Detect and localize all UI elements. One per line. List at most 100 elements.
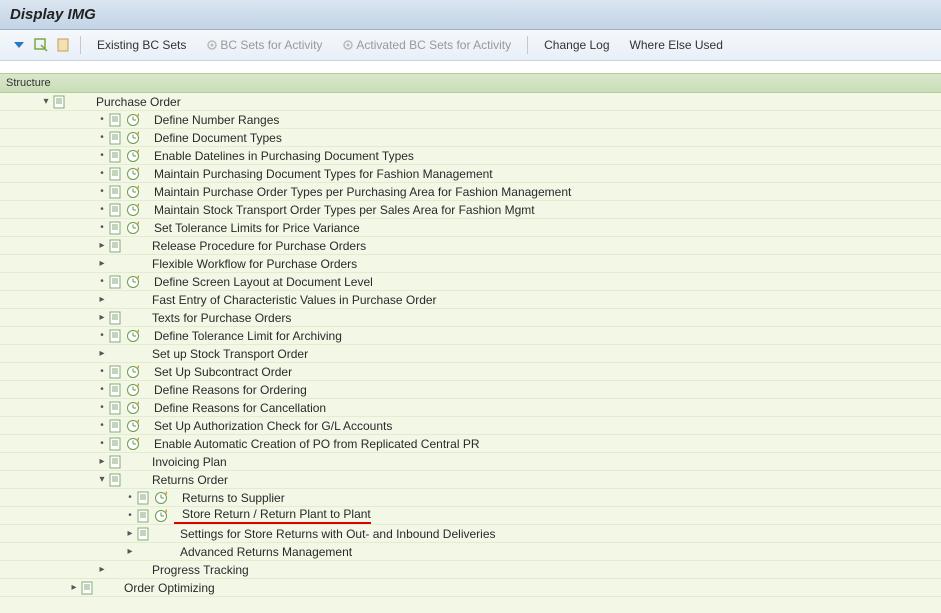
tree-node[interactable]: ▸Settings for Store Returns with Out- an… xyxy=(0,525,941,543)
collapse-icon[interactable]: ▾ xyxy=(96,474,108,485)
tree-node[interactable]: •Define Tolerance Limit for Archiving xyxy=(0,327,941,345)
execute-icon[interactable] xyxy=(126,329,142,343)
document-icon[interactable] xyxy=(108,311,124,325)
expand-icon[interactable]: ▸ xyxy=(96,564,108,575)
execute-icon[interactable] xyxy=(126,275,142,289)
document-icon[interactable] xyxy=(136,509,152,523)
document-icon[interactable] xyxy=(108,149,124,163)
tree-label: Maintain Purchasing Document Types for F… xyxy=(146,167,493,181)
document-icon[interactable] xyxy=(108,419,124,433)
execute-icon[interactable] xyxy=(126,437,142,451)
expand-icon[interactable]: ▸ xyxy=(124,528,136,539)
execute-icon[interactable] xyxy=(126,365,142,379)
tree-node[interactable]: ▸Invoicing Plan xyxy=(0,453,941,471)
find-icon[interactable] xyxy=(32,36,50,54)
tree-node[interactable]: ▸Set up Stock Transport Order xyxy=(0,345,941,363)
leaf-bullet-icon: • xyxy=(96,168,108,179)
tree-node[interactable]: • Set Up Subcontract Order xyxy=(0,363,941,381)
expand-icon[interactable]: ▸ xyxy=(96,258,108,269)
document-icon[interactable] xyxy=(108,455,124,469)
tree-label: Maintain Stock Transport Order Types per… xyxy=(146,203,535,217)
tree-label: Enable Automatic Creation of PO from Rep… xyxy=(146,437,480,451)
leaf-bullet-icon: • xyxy=(96,330,108,341)
document-icon[interactable] xyxy=(108,131,124,145)
tree-node[interactable]: ▸Release Procedure for Purchase Orders xyxy=(0,237,941,255)
tree-node[interactable]: ▸Fast Entry of Characteristic Values in … xyxy=(0,291,941,309)
document-icon[interactable] xyxy=(108,185,124,199)
expand-icon[interactable]: ▸ xyxy=(96,456,108,467)
execute-icon[interactable] xyxy=(154,509,170,523)
execute-icon[interactable] xyxy=(126,203,142,217)
leaf-bullet-icon: • xyxy=(96,132,108,143)
execute-icon[interactable] xyxy=(126,221,142,235)
document-icon[interactable] xyxy=(136,491,152,505)
document-icon[interactable] xyxy=(108,365,124,379)
document-icon[interactable] xyxy=(136,527,152,541)
leaf-bullet-icon: • xyxy=(96,114,108,125)
expand-icon[interactable]: ▸ xyxy=(68,582,80,593)
expand-all-icon[interactable] xyxy=(10,36,28,54)
execute-icon[interactable] xyxy=(126,419,142,433)
document-icon[interactable] xyxy=(108,401,124,415)
execute-icon[interactable] xyxy=(126,113,142,127)
tree-label: Define Screen Layout at Document Level xyxy=(146,275,373,289)
tree-node[interactable]: •Returns to Supplier xyxy=(0,489,941,507)
change-log-button[interactable]: Change Log xyxy=(536,36,617,54)
clipboard-icon[interactable] xyxy=(54,36,72,54)
execute-icon[interactable] xyxy=(126,383,142,397)
tree-node[interactable]: ▸Texts for Purchase Orders xyxy=(0,309,941,327)
tree-node[interactable]: •Set Tolerance Limits for Price Variance xyxy=(0,219,941,237)
document-icon[interactable] xyxy=(108,203,124,217)
document-icon[interactable] xyxy=(108,329,124,343)
expand-icon[interactable]: ▸ xyxy=(96,348,108,359)
tree-node[interactable]: ▸Order Optimizing xyxy=(0,579,941,597)
document-icon[interactable] xyxy=(108,221,124,235)
tree-node[interactable]: •Enable Datelines in Purchasing Document… xyxy=(0,147,941,165)
tree-node[interactable]: •Define Reasons for Ordering xyxy=(0,381,941,399)
document-icon[interactable] xyxy=(80,581,96,595)
document-icon[interactable] xyxy=(108,275,124,289)
document-icon[interactable] xyxy=(108,383,124,397)
document-icon[interactable] xyxy=(108,239,124,253)
expand-icon[interactable]: ▸ xyxy=(96,240,108,251)
where-else-used-button[interactable]: Where Else Used xyxy=(622,36,731,54)
activated-bc-sets-button: Activated BC Sets for Activity xyxy=(334,36,519,54)
execute-icon[interactable] xyxy=(154,491,170,505)
tree-node[interactable]: •Maintain Stock Transport Order Types pe… xyxy=(0,201,941,219)
tree-label: Progress Tracking xyxy=(144,563,249,577)
execute-icon[interactable] xyxy=(126,149,142,163)
leaf-bullet-icon: • xyxy=(96,186,108,197)
expand-icon[interactable]: ▸ xyxy=(96,312,108,323)
tree-node[interactable]: ▾Returns Order xyxy=(0,471,941,489)
existing-bc-sets-button[interactable]: Existing BC Sets xyxy=(89,36,194,54)
tree-node[interactable]: •Maintain Purchase Order Types per Purch… xyxy=(0,183,941,201)
execute-icon[interactable] xyxy=(126,401,142,415)
expand-icon[interactable]: ▸ xyxy=(96,294,108,305)
tree-node[interactable]: •Define Screen Layout at Document Level xyxy=(0,273,941,291)
tree-node[interactable]: ▸Flexible Workflow for Purchase Orders xyxy=(0,255,941,273)
tree-node[interactable]: • Maintain Purchasing Document Types for … xyxy=(0,165,941,183)
document-icon[interactable] xyxy=(52,95,68,109)
document-icon[interactable] xyxy=(108,113,124,127)
tree-node[interactable]: •Set Up Authorization Check for G/L Acco… xyxy=(0,417,941,435)
tree-node[interactable]: •Store Return / Return Plant to Plant xyxy=(0,507,941,525)
tree-node[interactable]: •Enable Automatic Creation of PO from Re… xyxy=(0,435,941,453)
document-icon[interactable] xyxy=(108,167,124,181)
expand-icon[interactable]: ▸ xyxy=(124,546,136,557)
tree-node[interactable]: •Define Document Types xyxy=(0,129,941,147)
execute-icon[interactable] xyxy=(126,131,142,145)
document-icon[interactable] xyxy=(108,473,124,487)
document-icon[interactable] xyxy=(108,437,124,451)
tree-node-root[interactable]: ▾ Purchase Order xyxy=(0,93,941,111)
collapse-icon[interactable]: ▾ xyxy=(40,96,52,107)
leaf-bullet-icon: • xyxy=(96,366,108,377)
leaf-bullet-icon: • xyxy=(96,150,108,161)
tree-label: Returns to Supplier xyxy=(174,491,285,505)
execute-icon[interactable] xyxy=(126,167,142,181)
tree-node[interactable]: ▸ Progress Tracking xyxy=(0,561,941,579)
tree-node[interactable]: •Define Reasons for Cancellation xyxy=(0,399,941,417)
tree-node[interactable]: •Define Number Ranges xyxy=(0,111,941,129)
tree-node[interactable]: ▸Advanced Returns Management xyxy=(0,543,941,561)
tree-label: Set Up Subcontract Order xyxy=(146,365,292,379)
execute-icon[interactable] xyxy=(126,185,142,199)
